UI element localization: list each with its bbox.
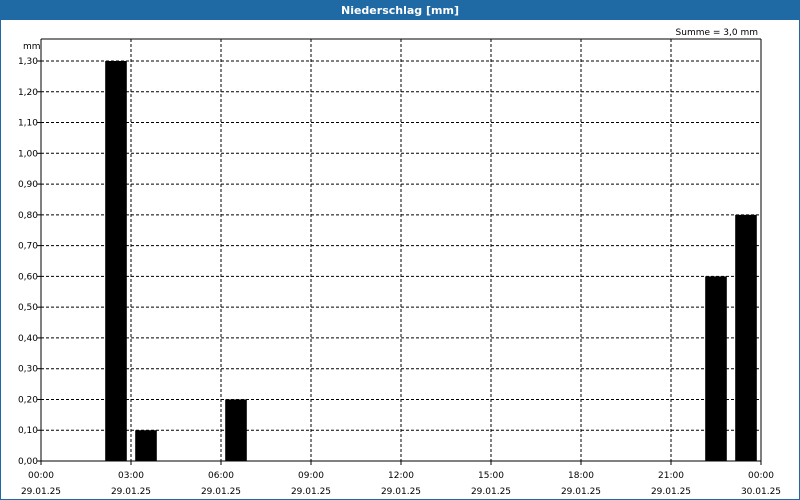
y-tick-label: 0,60 xyxy=(18,272,38,282)
y-tick-label: 1,20 xyxy=(18,88,38,98)
precipitation-bar xyxy=(225,399,247,461)
x-tick-time-label: 00:00 xyxy=(748,471,774,481)
y-tick-label: 1,30 xyxy=(18,57,38,67)
x-tick-time-label: 18:00 xyxy=(568,471,594,481)
chart-title: Niederschlag [mm] xyxy=(1,1,799,20)
y-tick-label: 0,00 xyxy=(18,457,38,467)
x-tick-time-label: 12:00 xyxy=(388,471,414,481)
y-tick-label: 0,50 xyxy=(18,303,38,313)
precipitation-chart: mm Summe = 3,0 mm 0,000,100,200,300,400,… xyxy=(18,28,781,497)
y-tick-label: 0,40 xyxy=(18,334,38,344)
y-tick-label: 0,30 xyxy=(18,365,38,375)
x-tick-time-label: 15:00 xyxy=(478,471,504,481)
x-tick-date-label: 29.01.25 xyxy=(291,487,331,497)
x-tick-date-label: 30.01.25 xyxy=(741,487,781,497)
x-tick-date-label: 29.01.25 xyxy=(471,487,511,497)
y-tick-label: 1,10 xyxy=(18,119,38,129)
y-tick-label: 0,20 xyxy=(18,395,38,405)
y-tick-label: 0,10 xyxy=(18,426,38,436)
x-tick-time-label: 21:00 xyxy=(658,471,684,481)
bar-series xyxy=(105,61,757,461)
y-tick-label: 0,70 xyxy=(18,242,38,252)
sum-label: Summe = 3,0 mm xyxy=(676,28,758,38)
precipitation-bar xyxy=(105,61,127,461)
y-tick-label: 1,00 xyxy=(18,149,38,159)
x-tick-date-label: 29.01.25 xyxy=(201,487,241,497)
x-tick-date-label: 29.01.25 xyxy=(561,487,601,497)
x-tick-date-label: 29.01.25 xyxy=(111,487,151,497)
x-tick-time-label: 06:00 xyxy=(208,471,234,481)
x-tick-date-label: 29.01.25 xyxy=(21,487,61,497)
chart-window: mm Summe = 3,0 mm 0,00 0,10 0,20 0,30 0,40 0,… xyxy=(0,0,800,500)
y-axis-ticks: 0,00 0,10 0,20 0,30 0,40 0,50 0,60 0,70 0,80 0,90… xyxy=(18,57,41,467)
precipitation-bar xyxy=(135,430,157,461)
x-tick-time-label: 09:00 xyxy=(298,471,324,481)
x-tick-date-label: 29.01.25 xyxy=(651,487,691,497)
x-tick-time-label: 00:00 xyxy=(28,471,54,481)
precipitation-bar xyxy=(735,214,757,461)
y-tick-label: 0,80 xyxy=(18,211,38,221)
precipitation-bar xyxy=(705,276,727,461)
y-axis-unit-label: mm xyxy=(23,42,41,52)
x-tick-time-label: 03:00 xyxy=(118,471,144,481)
y-tick-label: 0,90 xyxy=(18,180,38,190)
x-axis-ticks: 00:00 29.01.25 03:00 29.01.25 06:00 29.01.25 0… xyxy=(21,461,781,497)
x-tick-date-label: 29.01.25 xyxy=(381,487,421,497)
grid-lines xyxy=(41,39,761,461)
